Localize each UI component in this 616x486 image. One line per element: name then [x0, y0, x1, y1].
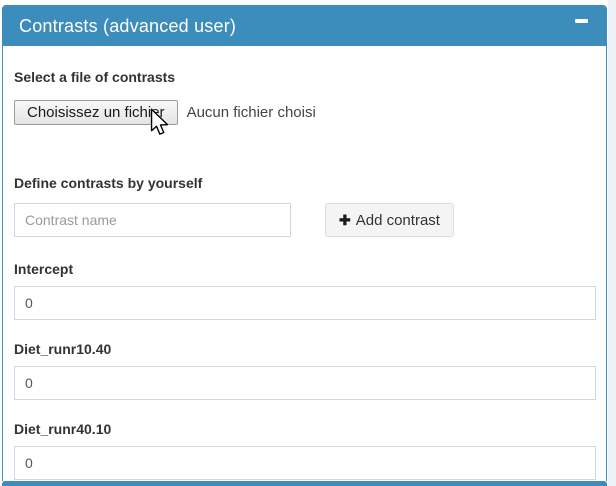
add-contrast-button[interactable]: ✚ Add contrast [325, 203, 454, 237]
plus-icon: ✚ [339, 213, 351, 227]
diet-runr40-10-input[interactable] [14, 446, 596, 480]
contrast-field-group: Diet_runr10.40 [14, 341, 596, 400]
panel-header[interactable]: Contrasts (advanced user) [3, 6, 606, 46]
define-contrast-row: ✚ Add contrast [14, 203, 596, 237]
contrast-field-group: Intercept [14, 261, 596, 320]
minus-icon [575, 19, 588, 23]
file-input-label: Select a file of contrasts [14, 69, 596, 85]
file-browse-button[interactable]: Choisissez un fichier [14, 100, 178, 125]
panel-body: Select a file of contrasts Choisissez un… [3, 46, 606, 480]
define-contrasts-label: Define contrasts by yourself [14, 175, 596, 191]
intercept-input[interactable] [14, 286, 596, 320]
contrasts-panel: Contrasts (advanced user) Select a file … [2, 5, 607, 481]
next-panel-header[interactable] [2, 481, 607, 486]
page-background-strip [608, 0, 616, 486]
intercept-label: Intercept [14, 261, 596, 277]
file-input-row: Choisissez un fichier Aucun fichier choi… [14, 100, 596, 125]
contrast-field-group: Diet_runr40.10 [14, 421, 596, 480]
file-status-text: Aucun fichier choisi [187, 104, 316, 121]
panel-title: Contrasts (advanced user) [19, 6, 236, 46]
add-contrast-label: Add contrast [356, 212, 440, 229]
collapse-button[interactable] [573, 6, 589, 46]
diet-runr10-40-input[interactable] [14, 366, 596, 400]
diet-runr10-40-label: Diet_runr10.40 [14, 341, 596, 357]
diet-runr40-10-label: Diet_runr40.10 [14, 421, 596, 437]
contrast-name-input[interactable] [14, 203, 291, 237]
